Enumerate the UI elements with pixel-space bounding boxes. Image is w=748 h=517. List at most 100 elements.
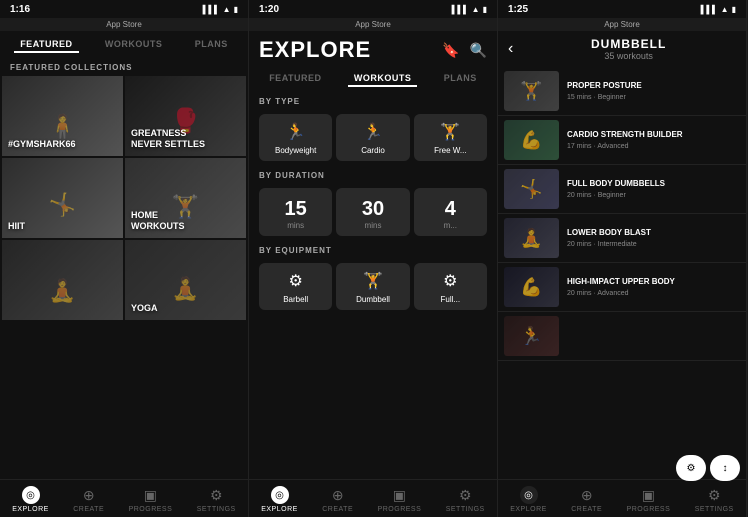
nav-progress-label-3: PROGRESS <box>627 506 671 513</box>
status-icons-2: ▌▌▌ ▲ ▮ <box>452 5 487 14</box>
nav-explore-label-3: EXPLORE <box>510 506 547 513</box>
explore-header: EXPLORE 🔖 🔍 <box>249 31 497 65</box>
filter-order-button[interactable]: ↕ <box>710 455 740 481</box>
cardio-icon: 🏃 <box>363 122 383 142</box>
progress-icon-3: ▣ <box>642 487 655 504</box>
card-hiit-label: HIIT <box>8 221 25 232</box>
by-duration-label: BY DURATION <box>249 165 497 184</box>
card-home-label: HOMEWORKOUTS <box>131 210 185 232</box>
cardio-label: Cardio <box>361 146 385 155</box>
nav-explore-2[interactable]: ◎ EXPLORE <box>261 486 298 513</box>
bottom-nav-1: ◎ EXPLORE ⊕ CREATE ▣ PROGRESS ⚙ SETTINGS <box>0 479 248 517</box>
tab-featured-2[interactable]: FEATURED <box>263 71 327 87</box>
search-icon[interactable]: 🔍 <box>470 42 487 59</box>
duration-other-num: 4 <box>445 198 456 221</box>
card-hiit[interactable]: 🤸 HIIT <box>2 158 123 238</box>
settings-icon-2: ⚙ <box>459 487 472 504</box>
workout-info-6 <box>567 335 740 337</box>
bookmark-icon[interactable]: 🔖 <box>442 42 459 59</box>
workout-list: 🏋 PROPER POSTURE 15 mins · Beginner 💪 CA… <box>498 67 746 479</box>
time-3: 1:25 <box>508 4 528 15</box>
workout-name-2: CARDIO STRENGTH BUILDER <box>567 130 740 140</box>
app-store-banner-3: App Store <box>498 18 746 31</box>
tab-featured-1[interactable]: FEATURED <box>14 37 78 53</box>
workout-item-4[interactable]: 🧘 LOWER BODY BLAST 20 mins · Intermediat… <box>498 214 746 263</box>
card-greatness-label: GREATNESSNEVER SETTLES <box>131 128 205 150</box>
workout-item-5[interactable]: 💪 HIGH-IMPACT UPPER BODY 20 mins · Advan… <box>498 263 746 312</box>
card-extra[interactable]: 🧘 YOGA <box>125 240 246 320</box>
status-bar-1: 1:16 ▌▌▌ ▲ ▮ <box>0 0 248 18</box>
nav-explore-label-1: EXPLORE <box>12 506 49 513</box>
nav-progress-label-1: PROGRESS <box>129 506 173 513</box>
workout-meta-5: 20 mins · Advanced <box>567 290 740 297</box>
panel-dumbbell: 1:25 ▌▌▌ ▲ ▮ App Store ‹ DUMBBELL 35 wor… <box>498 0 747 517</box>
status-bar-3: 1:25 ▌▌▌ ▲ ▮ <box>498 0 746 18</box>
card-home[interactable]: 🏋 HOMEWORKOUTS <box>125 158 246 238</box>
workout-thumb-1: 🏋 <box>504 71 559 111</box>
time-2: 1:20 <box>259 4 279 15</box>
by-type-label: BY TYPE <box>249 91 497 110</box>
nav-progress-3[interactable]: ▣ PROGRESS <box>627 487 671 513</box>
workout-item-3[interactable]: 🤸 FULL BODY DUMBBELLS 20 mins · Beginner <box>498 165 746 214</box>
nav-settings-2[interactable]: ⚙ SETTINGS <box>446 487 485 513</box>
nav-progress-2[interactable]: ▣ PROGRESS <box>378 487 422 513</box>
nav-create-1[interactable]: ⊕ CREATE <box>73 487 104 513</box>
nav-progress-1[interactable]: ▣ PROGRESS <box>129 487 173 513</box>
nav-create-label-2: CREATE <box>322 506 353 513</box>
nav-create-3[interactable]: ⊕ CREATE <box>571 487 602 513</box>
duration-30-num: 30 <box>362 198 384 221</box>
workout-name-1: PROPER POSTURE <box>567 81 740 91</box>
tab-workouts-2[interactable]: WORKOUTS <box>348 71 418 87</box>
nav-progress-label-2: PROGRESS <box>378 506 422 513</box>
explore-title: EXPLORE <box>259 37 371 63</box>
panel3-header: ‹ DUMBBELL 35 workouts <box>498 31 746 67</box>
duration-30[interactable]: 30 mins <box>336 188 409 236</box>
type-bodyweight[interactable]: 🏃 Bodyweight <box>259 114 332 161</box>
card-yoga[interactable]: 🧘 <box>2 240 123 320</box>
battery-icon: ▮ <box>234 5 238 14</box>
barbell-icon: ⚙ <box>288 271 302 291</box>
filter-sort-button[interactable]: ⚙ <box>676 455 706 481</box>
equipment-cards: ⚙ Barbell 🏋 Dumbbell ⚙ Full... <box>249 259 497 314</box>
nav-create-2[interactable]: ⊕ CREATE <box>322 487 353 513</box>
tab-plans-1[interactable]: PLANS <box>189 37 234 53</box>
workout-item-2[interactable]: 💪 CARDIO STRENGTH BUILDER 17 mins · Adva… <box>498 116 746 165</box>
dumbbell-label: Dumbbell <box>356 295 390 304</box>
progress-icon-1: ▣ <box>144 487 157 504</box>
filter-bar: ⚙ ↕ <box>676 455 740 481</box>
free-icon: 🏋 <box>440 122 460 142</box>
time-1: 1:16 <box>10 4 30 15</box>
full-label: Full... <box>441 295 461 304</box>
type-free[interactable]: 🏋 Free W... <box>414 114 487 161</box>
duration-cards: 15 mins 30 mins 4 m... <box>249 184 497 240</box>
nav-create-label-3: CREATE <box>571 506 602 513</box>
nav-explore-1[interactable]: ◎ EXPLORE <box>12 486 49 513</box>
nav-settings-label-1: SETTINGS <box>197 506 236 513</box>
nav-settings-3[interactable]: ⚙ SETTINGS <box>695 487 734 513</box>
duration-15[interactable]: 15 mins <box>259 188 332 236</box>
nav-settings-1[interactable]: ⚙ SETTINGS <box>197 487 236 513</box>
tab-plans-2[interactable]: PLANS <box>438 71 483 87</box>
signal-icon-3: ▌▌▌ <box>701 5 718 14</box>
nav-tabs-1: FEATURED WORKOUTS PLANS <box>0 31 248 57</box>
back-button[interactable]: ‹ <box>508 40 513 58</box>
duration-other[interactable]: 4 m... <box>414 188 487 236</box>
nav-explore-3[interactable]: ◎ EXPLORE <box>510 486 547 513</box>
status-bar-2: 1:20 ▌▌▌ ▲ ▮ <box>249 0 497 18</box>
card-greatness[interactable]: 🥊 GREATNESSNEVER SETTLES <box>125 76 246 156</box>
duration-15-unit: mins <box>287 221 304 230</box>
equipment-barbell[interactable]: ⚙ Barbell <box>259 263 332 310</box>
signal-icon: ▌▌▌ <box>203 5 220 14</box>
equipment-dumbbell[interactable]: 🏋 Dumbbell <box>336 263 409 310</box>
type-cardio[interactable]: 🏃 Cardio <box>336 114 409 161</box>
equipment-full[interactable]: ⚙ Full... <box>414 263 487 310</box>
workout-item-6[interactable]: 🏃 <box>498 312 746 361</box>
workout-item-1[interactable]: 🏋 PROPER POSTURE 15 mins · Beginner <box>498 67 746 116</box>
free-label: Free W... <box>434 146 466 155</box>
barbell-label: Barbell <box>283 295 308 304</box>
workout-name-3: FULL BODY DUMBBELLS <box>567 179 740 189</box>
card-gymshark[interactable]: 🧍 #GYMSHARK66 <box>2 76 123 156</box>
battery-icon-3: ▮ <box>732 5 736 14</box>
tab-workouts-1[interactable]: WORKOUTS <box>99 37 169 53</box>
type-cards: 🏃 Bodyweight 🏃 Cardio 🏋 Free W... <box>249 110 497 165</box>
